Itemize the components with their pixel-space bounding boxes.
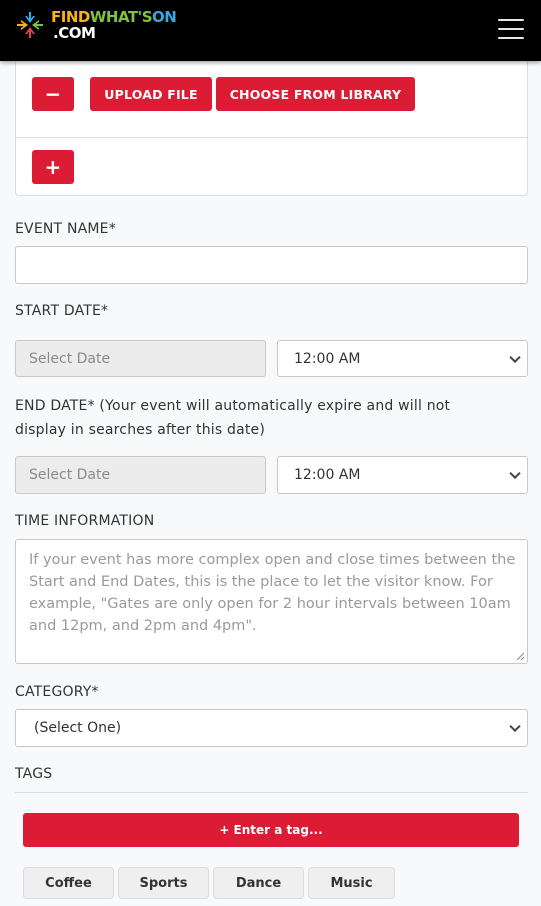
- category-select[interactable]: (Select One): [15, 709, 528, 747]
- start-date-input[interactable]: Select Date: [15, 340, 266, 377]
- remove-media-button[interactable]: −: [32, 77, 74, 111]
- tags-label: TAGS: [15, 766, 53, 782]
- time-information-placeholder: If your event has more complex open and …: [29, 552, 516, 634]
- tag-suggestion-dance[interactable]: Dance: [213, 867, 304, 899]
- tag-suggestion-sports[interactable]: Sports: [118, 867, 209, 899]
- end-date-placeholder: Select Date: [29, 467, 111, 483]
- top-navigation-bar: FIND WHAT'S ON .COM: [0, 0, 541, 61]
- card-divider: [16, 137, 527, 138]
- category-label: CATEGORY*: [15, 684, 99, 700]
- time-information-textarea[interactable]: If your event has more complex open and …: [15, 539, 528, 664]
- category-value: (Select One): [34, 720, 122, 736]
- site-logo[interactable]: FIND WHAT'S ON .COM: [15, 8, 177, 42]
- chevron-down-icon: [509, 467, 521, 480]
- logo-arrows-icon: [17, 12, 43, 38]
- logo-text-whats: WHAT'S: [89, 8, 153, 26]
- resize-handle-icon[interactable]: [516, 652, 525, 661]
- chevron-down-icon: [509, 720, 521, 733]
- tag-suggestion-music[interactable]: Music: [308, 867, 395, 899]
- start-time-value: 12:00 AM: [294, 350, 361, 367]
- logo-text-find: FIND: [51, 8, 90, 26]
- media-upload-card: − UPLOAD FILE CHOOSE FROM LIBRARY +: [15, 56, 528, 196]
- end-time-select[interactable]: 12:00 AM: [277, 456, 528, 494]
- start-date-label: START DATE*: [15, 303, 109, 319]
- add-media-button[interactable]: +: [32, 150, 74, 184]
- logo-text-com: .COM: [53, 24, 96, 42]
- end-date-label: END DATE* (Your event will automatically…: [15, 394, 515, 442]
- hamburger-menu-icon[interactable]: [498, 19, 524, 41]
- chevron-down-icon: [509, 351, 521, 363]
- end-date-label-line1: END DATE* (Your event will automatically…: [15, 398, 451, 414]
- event-name-label: EVENT NAME*: [15, 221, 116, 237]
- upload-file-button[interactable]: UPLOAD FILE: [90, 77, 212, 111]
- choose-from-library-button[interactable]: CHOOSE FROM LIBRARY: [216, 77, 415, 111]
- end-date-input[interactable]: Select Date: [15, 456, 266, 494]
- start-time-select[interactable]: 12:00 AM: [277, 340, 528, 377]
- event-name-input[interactable]: [15, 246, 528, 284]
- tags-divider: [15, 792, 528, 793]
- time-information-label: TIME INFORMATION: [15, 513, 155, 529]
- start-date-placeholder: Select Date: [29, 350, 111, 367]
- enter-tag-button[interactable]: + Enter a tag...: [23, 813, 519, 847]
- tag-suggestion-coffee[interactable]: Coffee: [23, 867, 114, 899]
- logo-text-on: ON: [152, 8, 177, 26]
- end-date-label-line2: display in searches after this date): [15, 422, 266, 438]
- end-time-value: 12:00 AM: [294, 467, 361, 483]
